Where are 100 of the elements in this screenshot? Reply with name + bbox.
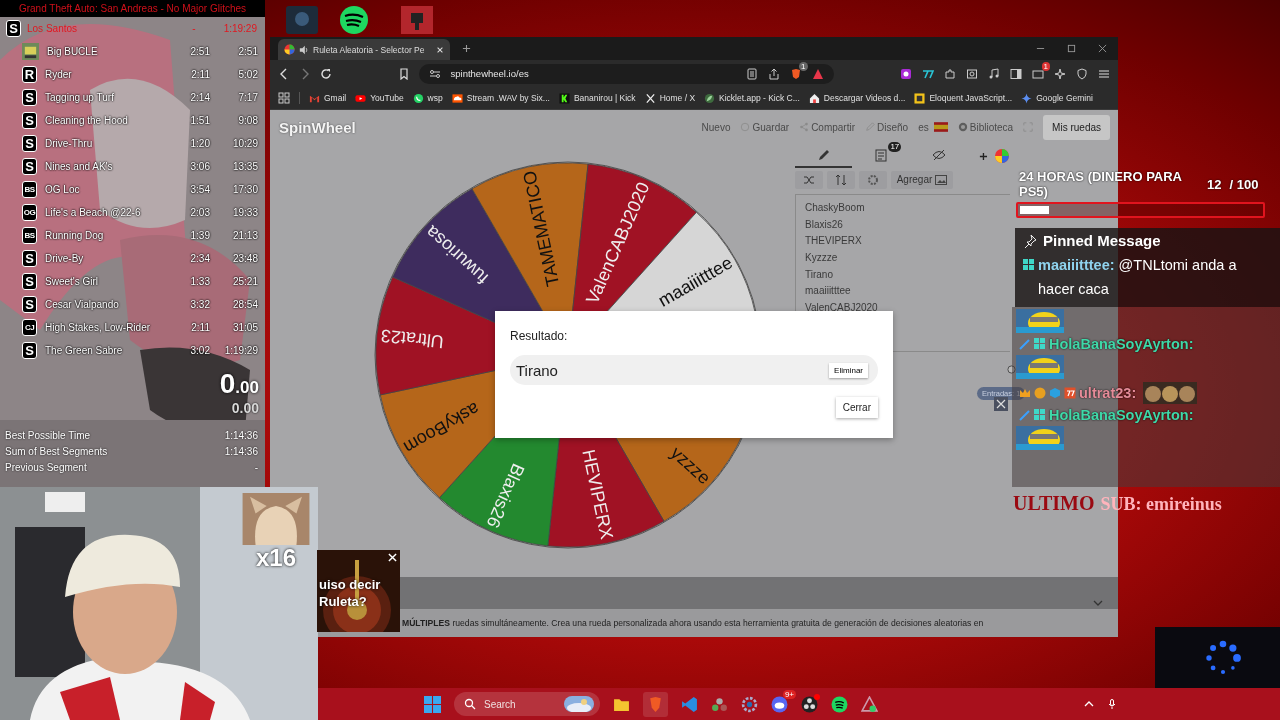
- nav-link[interactable]: Diseño: [865, 121, 909, 133]
- entry-text: maaiiitttee: [805, 284, 852, 299]
- extension-icon[interactable]: [900, 67, 912, 80]
- triangle-app-icon[interactable]: [861, 695, 878, 713]
- bookmark[interactable]: Home / X: [644, 92, 696, 104]
- bookmark[interactable]: Bananirou | Kick: [558, 92, 636, 104]
- sidebar-icon[interactable]: [1010, 67, 1022, 80]
- settings-button[interactable]: [859, 170, 887, 189]
- nav-link[interactable]: Guardar: [740, 121, 790, 133]
- triangle-icon[interactable]: [811, 67, 824, 80]
- image-icon: [935, 174, 948, 185]
- remove-button[interactable]: Eliminar: [829, 362, 868, 378]
- resize-handle-icon[interactable]: [1007, 364, 1016, 374]
- pencil-icon: [816, 148, 831, 163]
- entry-text: ChaskyBoom: [805, 200, 866, 215]
- search-input[interactable]: Search: [484, 698, 556, 710]
- add-icon[interactable]: [979, 151, 989, 161]
- settings-icon[interactable]: [741, 695, 758, 713]
- badge-icon: [1034, 409, 1046, 421]
- apps-icon[interactable]: [278, 92, 290, 104]
- star-icon: [1021, 92, 1033, 104]
- menu-icon[interactable]: [1098, 67, 1110, 80]
- video-icon: [355, 92, 367, 104]
- share-icon[interactable]: [767, 67, 780, 80]
- clipboard-icon: [874, 148, 889, 163]
- settings-icon: [867, 173, 879, 186]
- wheel-icon: [284, 44, 295, 55]
- ad-text: uiso decir Ruleta?: [319, 576, 382, 610]
- goal-total: / 100: [1229, 177, 1259, 192]
- nav-link[interactable]: Nuevo: [701, 121, 731, 133]
- bookmark[interactable]: Eloquent JavaScript...: [914, 92, 1013, 104]
- last-sub-label: ULTIMO: [1013, 492, 1095, 515]
- count-badge: 17: [888, 141, 902, 152]
- bookmark[interactable]: Stream .WAV by Six...: [451, 92, 550, 104]
- description-text: MÚLTIPLES ruedas simultáneamente. Crea una rueda personalizada ahora usando esta herramienta gratuita de generación de decisiones aleatorias en: [402, 618, 984, 629]
- chevron-up-icon[interactable]: [1084, 699, 1094, 709]
- share-icon: [799, 122, 810, 133]
- music-icon[interactable]: [988, 67, 1000, 80]
- extension-icon[interactable]: [922, 67, 934, 80]
- entry-text: Tirano: [805, 267, 834, 282]
- globe-icon: [957, 122, 968, 133]
- speaker-icon[interactable]: [299, 44, 309, 55]
- chat-app-icon[interactable]: [771, 695, 788, 713]
- music-app-icon[interactable]: [831, 695, 848, 713]
- nav-link[interactable]: Compartir: [799, 121, 856, 133]
- maximize-icon[interactable]: [1067, 44, 1076, 53]
- bookmark[interactable]: YouTube: [355, 92, 404, 104]
- wallet-icon[interactable]: [1032, 67, 1044, 80]
- dialog-title: Resultado:: [510, 329, 569, 343]
- bookmark-icon[interactable]: [397, 67, 410, 80]
- chat-message: maaiiitttee: @TNLtomi anda a hacer caca: [1038, 256, 1238, 299]
- color-wheel-icon[interactable]: [994, 148, 1010, 165]
- editor-tab[interactable]: 17: [852, 144, 910, 168]
- search-bar[interactable]: Search: [454, 692, 600, 716]
- entry-text: Blaxis26: [805, 217, 844, 232]
- close-button[interactable]: Cerrar: [835, 397, 878, 418]
- start-icon[interactable]: [424, 695, 441, 713]
- badge-icon: [1064, 387, 1076, 399]
- eye-off-icon: [931, 148, 946, 163]
- app-icon[interactable]: [398, 4, 436, 36]
- record-app-icon[interactable]: [801, 695, 818, 713]
- notification-badge: 9+: [782, 689, 796, 699]
- add-image-button[interactable]: Agregar: [891, 170, 953, 189]
- bookmark[interactable]: Descargar Videos d...: [808, 92, 906, 104]
- microphone-icon[interactable]: [1107, 699, 1117, 709]
- extension-icon[interactable]: [966, 67, 978, 80]
- shield-icon[interactable]: [1076, 67, 1088, 80]
- reader-icon[interactable]: [745, 67, 758, 80]
- search-icon: [464, 698, 476, 710]
- bookmark[interactable]: wsp: [412, 92, 443, 104]
- notification-badge: 1: [1041, 61, 1050, 71]
- address-bar[interactable]: spinthewheel.io/es 1: [418, 63, 834, 84]
- nav-link[interactable]: Biblioteca: [957, 121, 1014, 133]
- sparkle-icon[interactable]: [1054, 67, 1066, 80]
- leaf-icon: [704, 92, 716, 104]
- reload-icon[interactable]: [320, 67, 332, 80]
- cube-icon: [1049, 387, 1061, 399]
- coin-icon: [1034, 387, 1046, 399]
- notification-badge: 1: [799, 61, 808, 71]
- cloud-icon: [451, 92, 463, 104]
- shuffle-icon: [803, 173, 815, 186]
- nav-link[interactable]: es: [918, 121, 948, 133]
- browser-tab[interactable]: Ruleta Aleatoria - Selector Pe: [278, 39, 450, 60]
- puzzle-icon[interactable]: [944, 67, 956, 80]
- bookmark[interactable]: Kicklet.app - Kick C...: [704, 92, 800, 104]
- my-wheels-button[interactable]: Mis ruedas: [1043, 114, 1110, 140]
- app-icon[interactable]: [711, 695, 728, 713]
- chat-username: HolaBanaSoyAyrton:: [1049, 407, 1194, 423]
- bookmark[interactable]: Gmail: [309, 92, 347, 104]
- close-icon[interactable]: [994, 397, 1008, 411]
- url-text: spinthewheel.io/es: [450, 68, 529, 79]
- status-dot: [814, 693, 820, 700]
- slice-label: Ultrat23: [380, 325, 445, 352]
- site-settings-icon[interactable]: [428, 67, 441, 80]
- shuffle-button[interactable]: [795, 170, 823, 189]
- bookmark[interactable]: Google Gemini: [1021, 92, 1093, 104]
- x-icon: [644, 92, 656, 104]
- goal-count: 12: [1207, 177, 1222, 192]
- pin-icon: [1023, 233, 1037, 248]
- new-tab-icon[interactable]: [462, 44, 471, 53]
